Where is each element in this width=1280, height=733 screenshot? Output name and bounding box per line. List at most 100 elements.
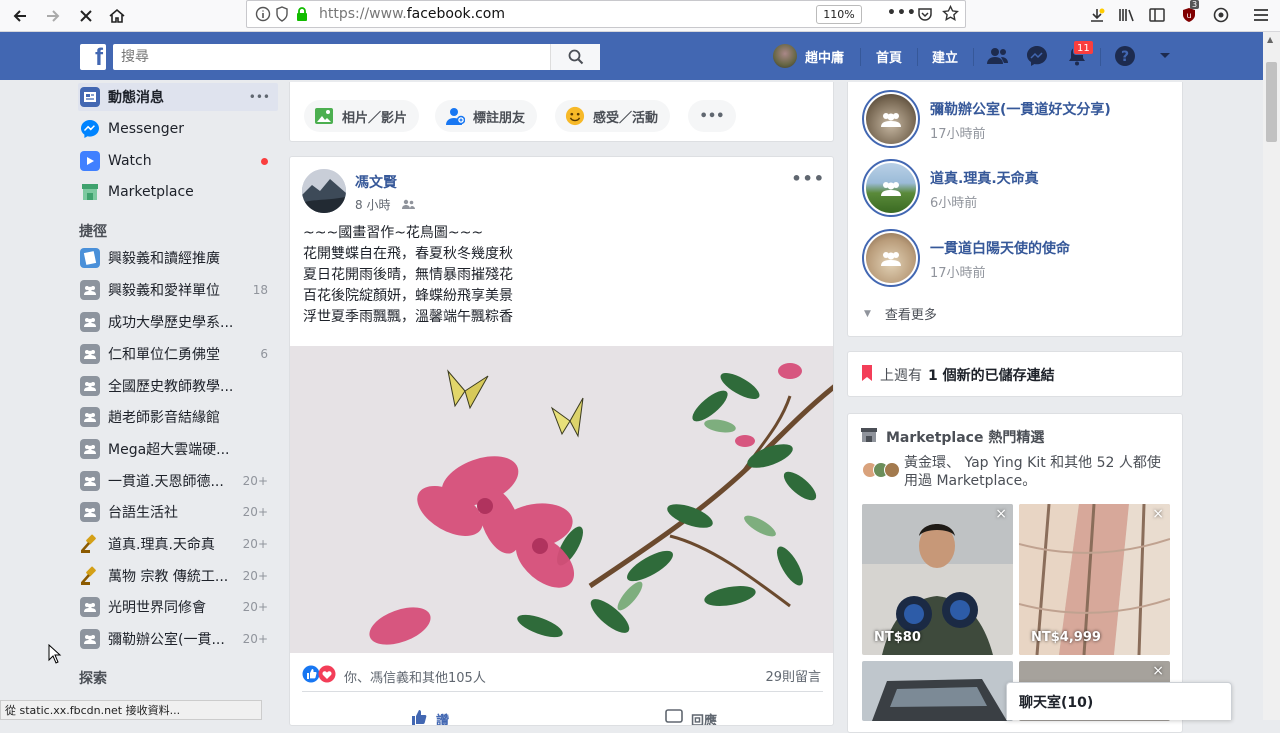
group-avatar[interactable] [862, 229, 920, 287]
shortcut-label: 成功大學歷史學系... [108, 315, 234, 331]
sidebar-item-messenger[interactable]: Messenger [78, 115, 278, 143]
library-icon[interactable] [1116, 4, 1138, 26]
post-line: 花開雙蝶自在飛，春夏秋冬幾度秋 [303, 246, 513, 262]
sidebar-item-marketplace[interactable]: Marketplace [78, 178, 278, 206]
see-more-label: 查看更多 [884, 308, 937, 323]
reactions-summary[interactable]: 你、馮信義和其他105人 [302, 665, 486, 687]
sidebar-item-news-feed[interactable]: 動態消息 ••• [78, 83, 278, 111]
shortcut-item[interactable]: 光明世界同修會 20+ [78, 593, 278, 621]
close-icon[interactable]: × [1152, 506, 1164, 522]
nav-divider [917, 48, 918, 66]
lock-icon [295, 6, 309, 26]
shortcut-item[interactable]: 一貫道.天恩師德... 20+ [78, 467, 278, 495]
saved-count: 1 個新的已儲存連結 [928, 368, 1055, 384]
search-input[interactable] [113, 44, 550, 70]
shortcut-label: 彌勒辦公室(一貫... [108, 632, 225, 648]
sidebar-icon[interactable] [1146, 4, 1168, 26]
saved-prefix: 上週有 [880, 368, 922, 384]
menu-icon[interactable] [1250, 4, 1272, 26]
shortcut-item[interactable]: 台語生活社 20+ [78, 498, 278, 526]
shortcut-item[interactable]: 仁和單位仁勇佛堂 6 [78, 340, 278, 368]
shortcut-item[interactable]: 彌勒辦公室(一貫... 20+ [78, 625, 278, 653]
scroll-thumb[interactable] [1266, 62, 1277, 142]
group-avatar[interactable] [862, 90, 920, 148]
url-bar[interactable]: https://www.facebook.com 110% ••• [246, 0, 966, 28]
home-icon[interactable] [104, 3, 130, 29]
scroll-up-icon[interactable]: ▲ [1267, 35, 1273, 44]
shortcut-label: 趙老師影音結緣館 [108, 410, 220, 426]
post-author-link[interactable]: 馮文賢 [355, 172, 397, 192]
profile-link[interactable]: 趙中庸 [805, 47, 844, 66]
group-icon [80, 629, 100, 649]
shortcut-count: 20+ [242, 505, 268, 519]
feeling-activity-button[interactable]: 感受／活動 [555, 100, 671, 132]
sidebar-item-watch[interactable]: Watch [78, 147, 278, 175]
download-icon[interactable] [1086, 4, 1108, 26]
facebook-logo[interactable]: f [80, 44, 106, 70]
home-link[interactable]: 首頁 [876, 47, 902, 66]
info-icon[interactable] [255, 6, 271, 26]
close-icon[interactable]: × [995, 506, 1007, 522]
shortcut-label: 台語生活社 [108, 505, 178, 521]
bookmark-star-icon[interactable] [942, 4, 959, 26]
comments-count-link[interactable]: 29則留言 [765, 666, 821, 685]
group-name-link[interactable]: 彌勒辦公室(一貫道好文分享) [930, 99, 1111, 119]
marketplace-item[interactable] [862, 661, 1013, 721]
groups-card: 彌勒辦公室(一貫道好文分享) 17小時前 道真.理真.天命真 6小時前 一貫道白… [847, 82, 1183, 337]
group-avatar[interactable] [862, 159, 920, 217]
shortcut-item[interactable]: Mega超大雲端硬... [78, 435, 278, 463]
post-photo[interactable] [290, 346, 833, 653]
shield-icon[interactable] [275, 6, 289, 26]
see-more-link[interactable]: ▼ 查看更多 [864, 304, 937, 323]
scrollbar[interactable]: ▲ [1263, 32, 1280, 720]
marketplace-item[interactable]: NT$80 × [862, 504, 1013, 655]
search-button[interactable] [550, 44, 600, 70]
help-icon[interactable]: ? [1113, 45, 1137, 67]
back-icon[interactable] [7, 3, 33, 29]
item-price: NT$80 [874, 630, 921, 645]
like-button[interactable]: 讚 [410, 708, 450, 726]
user-avatar[interactable] [773, 44, 797, 68]
gavel-icon [80, 534, 100, 554]
more-options-button[interactable]: ••• [688, 100, 736, 132]
close-icon[interactable]: × [1152, 663, 1164, 679]
page-actions-icon[interactable]: ••• [887, 5, 917, 21]
author-avatar[interactable] [302, 169, 346, 213]
saved-links-card[interactable]: 上週有 1 個新的已儲存連結 [847, 351, 1183, 397]
shortcut-item[interactable]: 成功大學歷史學系... [78, 308, 278, 336]
shortcut-item[interactable]: 趙老師影音結緣館 [78, 403, 278, 431]
marketplace-icon [80, 182, 100, 202]
account-menu-icon[interactable] [1153, 45, 1177, 67]
ublock-icon[interactable]: u 3 [1178, 0, 1200, 26]
chat-title: 聊天室(10) [1019, 695, 1094, 711]
zoom-level[interactable]: 110% [816, 5, 862, 24]
shortcut-item[interactable]: 興毅義和讀經推廣 [78, 244, 278, 272]
shortcut-item[interactable]: 興毅義和愛祥單位 18 [78, 276, 278, 304]
pocket-icon[interactable] [917, 6, 933, 26]
chat-sidebar-tab[interactable]: 聊天室(10) [1006, 682, 1232, 720]
tag-friends-button[interactable]: 標註朋友 [435, 100, 538, 132]
shortcut-item[interactable]: 萬物 宗教 傳統工... 20+ [78, 562, 278, 590]
photo-video-button[interactable]: 相片／影片 [304, 100, 420, 132]
stop-icon[interactable] [73, 3, 99, 29]
shortcut-item[interactable]: 全國歷史教師教學... [78, 372, 278, 400]
forward-icon[interactable] [40, 3, 66, 29]
marketplace-item[interactable]: NT$4,999 × [1019, 504, 1170, 655]
extension-icon[interactable] [1210, 4, 1232, 26]
fb-top-bar: f 趙中庸 首頁 建立 11 ? [0, 32, 1280, 80]
group-name-link[interactable]: 道真.理真.天命真 [930, 168, 1039, 188]
audience-friends-icon[interactable] [402, 198, 416, 212]
svg-text:?: ? [1121, 49, 1129, 65]
post-options-icon[interactable]: ••• [791, 169, 825, 188]
saved-links-text: 上週有 1 個新的已儲存連結 [862, 365, 1055, 385]
more-icon[interactable]: ••• [249, 90, 270, 104]
shortcut-item[interactable]: 道真.理真.天命真 20+ [78, 530, 278, 558]
group-name-link[interactable]: 一貫道白陽天使的使命 [930, 238, 1070, 258]
create-link[interactable]: 建立 [932, 47, 958, 66]
post-timestamp[interactable]: 8 小時 [355, 196, 416, 213]
marketplace-title[interactable]: Marketplace 熱門精選 [860, 427, 1044, 447]
like-label: 讚 [436, 713, 450, 726]
messenger-icon[interactable] [1025, 45, 1049, 67]
friend-requests-icon[interactable] [986, 45, 1010, 67]
comment-button[interactable]: 回應 [665, 708, 717, 725]
